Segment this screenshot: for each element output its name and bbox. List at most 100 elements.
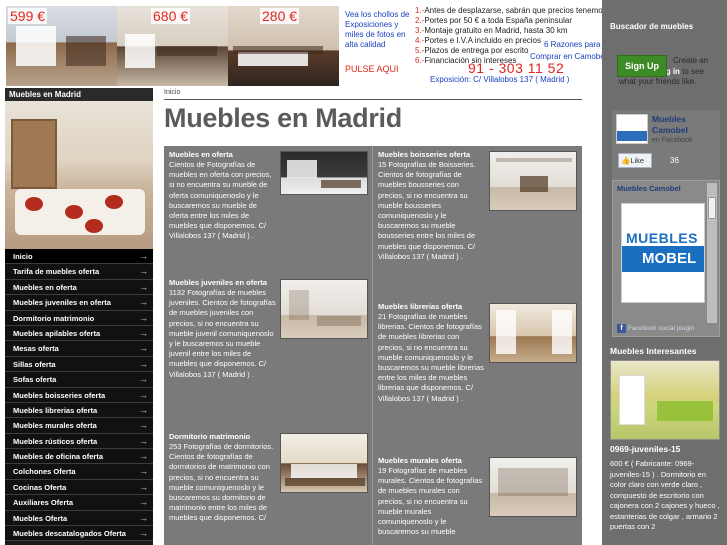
arrow-right-icon: → [139, 404, 148, 415]
arrow-right-icon: → [139, 435, 148, 446]
arrow-right-icon: → [139, 281, 148, 292]
like-button[interactable]: 👍Like [618, 153, 652, 168]
banner-photo-3[interactable]: 280 € [228, 6, 339, 86]
arrow-right-icon: → [139, 251, 148, 261]
arrow-right-icon: → [139, 528, 148, 539]
social-plugin-footer[interactable]: f Facebook social plugin [617, 324, 694, 333]
price-label-2: 680 € [151, 8, 191, 24]
banner-photos[interactable]: 599 € 680 € 280 € [6, 6, 339, 86]
arrow-right-icon: → [139, 343, 148, 354]
featured-product-name[interactable]: 0969-juveniles-15 [610, 444, 680, 454]
category-title[interactable]: Muebles en oferta [169, 150, 277, 160]
facebook-page-subtitle: en Facebook [652, 137, 693, 144]
sidebar-photo [5, 101, 153, 249]
breadcrumb[interactable]: Inicio [164, 89, 180, 96]
page-title: Muebles en Madrid [164, 103, 402, 133]
arrow-right-icon: → [139, 297, 148, 308]
reason-item: 3.-Montaje gratuito en Madrid, hasta 30 … [415, 26, 568, 35]
sign-up-button[interactable]: Sign Up [617, 55, 667, 77]
menu-item-rusticos[interactable]: Muebles rústicos oferta → [5, 433, 153, 450]
menu-item-muebles-oferta[interactable]: Muebles en oferta → [5, 279, 153, 296]
exhibit-promo-text[interactable]: Vea los chollos de Exposiciones y miles … [345, 10, 411, 50]
camobel-logo[interactable]: MUEBLES MOBEL [621, 203, 705, 303]
menu-item-oficina[interactable]: Muebles de oficina oferta → [5, 449, 153, 465]
sidebar-menu: Inicio → Tarifa de muebles oferta → Mueble… [5, 249, 153, 542]
arrow-right-icon: → [139, 266, 148, 277]
category-description: 253 Fotografías de dormitorios. Cientos … [169, 442, 274, 523]
featured-product-image[interactable] [610, 360, 720, 440]
arrow-right-icon: → [139, 466, 148, 477]
page-avatar[interactable] [616, 114, 648, 144]
arrow-right-icon: → [139, 497, 148, 508]
category-title[interactable]: Muebles boisseries oferta [378, 150, 486, 160]
category-thumbnail[interactable] [280, 279, 368, 339]
category-card[interactable]: Muebles juveniles en oferta 1132 Fotogra… [164, 274, 373, 384]
reasons-heading: 6 Razones para [544, 40, 601, 49]
menu-item-boisseries[interactable]: Muebles boisseries oferta → [5, 387, 153, 403]
scroll-thumb[interactable] [708, 197, 716, 219]
category-title[interactable]: Dormitorio matrimonio [169, 432, 277, 442]
category-card[interactable]: Dormitorio matrimonio 253 Fotografías de… [164, 428, 373, 528]
phone-number: 91 - 303 11 52 [468, 60, 565, 76]
menu-item-librerias[interactable]: Muebles librerias oferta → [5, 402, 153, 419]
exhibition-address: Exposición: C/ Villalobos 137 ( Madrid ) [430, 75, 570, 84]
widget-scrollbar[interactable] [707, 183, 717, 323]
menu-item-murales[interactable]: Muebles murales oferta → [5, 418, 153, 434]
interesting-furniture-title: Muebles Interesantes [610, 346, 697, 356]
menu-item-mesas[interactable]: Mesas oferta → [5, 341, 153, 357]
arrow-right-icon: → [139, 481, 148, 492]
menu-item-dormitorio[interactable]: Dormitorio matrimonio → [5, 310, 153, 326]
category-thumbnail[interactable] [280, 151, 368, 195]
banner-photo-2[interactable]: 680 € [117, 6, 228, 86]
category-card[interactable]: Muebles boisseries oferta 15 Fotografías… [373, 146, 582, 266]
featured-product-description: 600 € ( Fabricante: 0969-juveniles-15 ) … [610, 459, 720, 531]
reason-item: 1.-Antes de desplazarse, sabrán que prec… [415, 6, 607, 15]
top-banner[interactable]: 599 € 680 € 280 € Vea los chollos de Exp… [0, 0, 607, 88]
arrow-right-icon: → [139, 374, 148, 385]
reason-item: 2.-Portes por 50 € a toda España peninsu… [415, 16, 572, 25]
thumbs-up-icon: 👍 [621, 156, 631, 165]
arrow-right-icon: → [139, 389, 148, 400]
menu-item-tarifa[interactable]: Tarifa de muebles oferta → [5, 264, 153, 280]
category-title[interactable]: Muebles murales oferta [378, 456, 486, 466]
menu-item-auxiliares[interactable]: Auxiliares Oferta → [5, 495, 153, 511]
category-card[interactable]: Muebles en oferta Cientos de Fotografías… [164, 146, 373, 246]
facebook-page-name[interactable]: Muebles Camobel [652, 114, 712, 136]
banner-photo-1[interactable]: 599 € [6, 6, 117, 86]
menu-item-cocinas[interactable]: Cocinas Oferta → [5, 479, 153, 496]
category-thumbnail[interactable] [280, 433, 368, 493]
arrow-right-icon: → [139, 512, 148, 523]
category-card[interactable]: Muebles murales oferta 19 Fotografías de… [373, 452, 582, 541]
menu-item-inicio[interactable]: Inicio → [5, 249, 153, 265]
category-description: 19 Fotografías de muebles murales. Cient… [378, 466, 483, 537]
left-sidebar: Muebles en Madrid Inicio → Tarifa de mueb… [5, 88, 153, 545]
menu-item-descatalogados[interactable]: Muebles descatalogados Oferta → [5, 526, 153, 542]
arrow-right-icon: → [139, 451, 148, 462]
category-thumbnail[interactable] [489, 303, 577, 363]
price-label-3: 280 € [260, 8, 300, 24]
category-card[interactable]: Muebles librerias oferta 21 Fotografías … [373, 298, 582, 408]
menu-item-sofas[interactable]: Sofas oferta → [5, 372, 153, 388]
menu-item-muebles[interactable]: Muebles Oferta → [5, 510, 153, 527]
price-label-1: 599 € [8, 8, 48, 24]
facebook-feed-widget: Muebles Camobel MUEBLES MOBEL f Facebook … [612, 180, 720, 337]
category-grid: Muebles en oferta Cientos de Fotografías… [164, 146, 582, 545]
menu-item-apilables[interactable]: Muebles apilables oferta → [5, 325, 153, 342]
furniture-finder-title: Buscador de muebles [610, 22, 694, 31]
menu-item-colchones[interactable]: Colchones Oferta → [5, 464, 153, 480]
menu-item-juveniles[interactable]: Muebles juveniles en oferta → [5, 295, 153, 311]
category-thumbnail[interactable] [489, 457, 577, 517]
category-description: 21 Fotografías de muebles librerias. Cie… [378, 312, 484, 403]
category-title[interactable]: Muebles juveniles en oferta [169, 278, 277, 288]
page: 599 € 680 € 280 € Vea los chollos de Exp… [0, 0, 727, 545]
category-title[interactable]: Muebles librerias oferta [378, 302, 486, 312]
category-thumbnail[interactable] [489, 151, 577, 211]
category-column-left: Muebles en oferta Cientos de Fotografías… [164, 146, 373, 545]
category-description: 15 Fotografías de Boisseries. Cientos de… [378, 160, 476, 261]
menu-item-sillas[interactable]: Sillas oferta → [5, 356, 153, 373]
arrow-right-icon: → [139, 420, 148, 431]
widget-title[interactable]: Muebles Camobel [613, 181, 719, 196]
click-here-link[interactable]: PULSE AQUI [345, 64, 399, 74]
divider [164, 99, 582, 100]
facebook-login-box: Create an account or log in to see what … [615, 52, 723, 100]
